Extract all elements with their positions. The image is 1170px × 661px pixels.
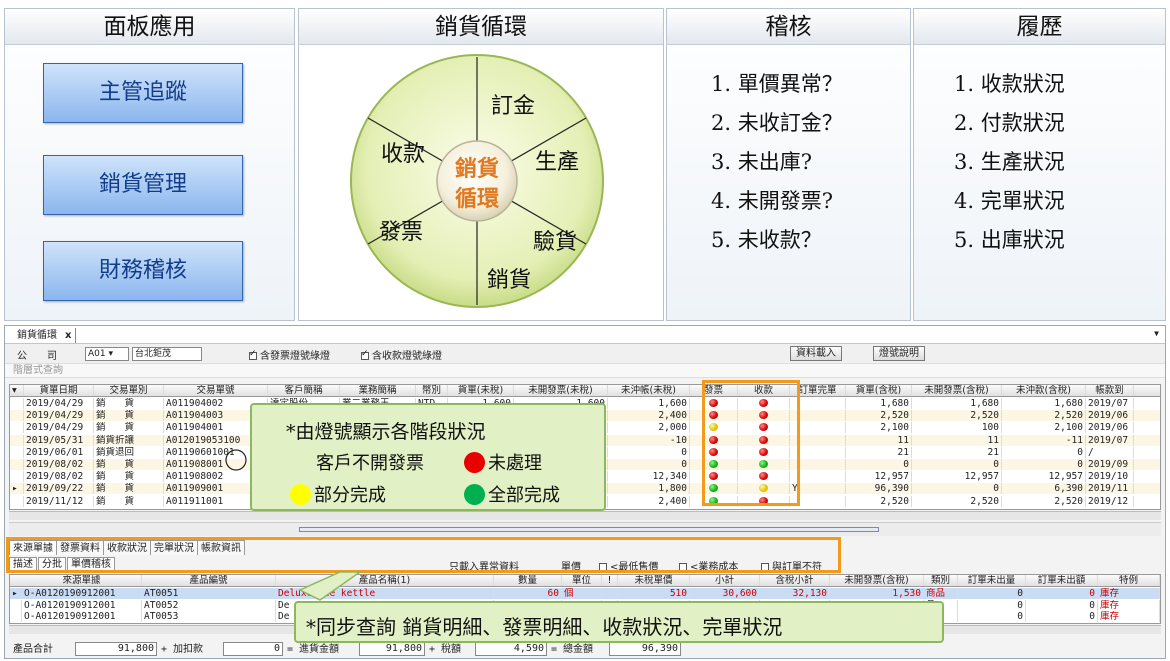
sync-query-callout: *同步查詢 銷貨明細、發票明細、收款狀況、完單狀況 bbox=[294, 601, 944, 643]
callout-pointer bbox=[225, 449, 363, 601]
sync-query-title: *同步查詢 銷貨明細、發票明細、收款狀況、完單狀況 bbox=[306, 615, 783, 639]
